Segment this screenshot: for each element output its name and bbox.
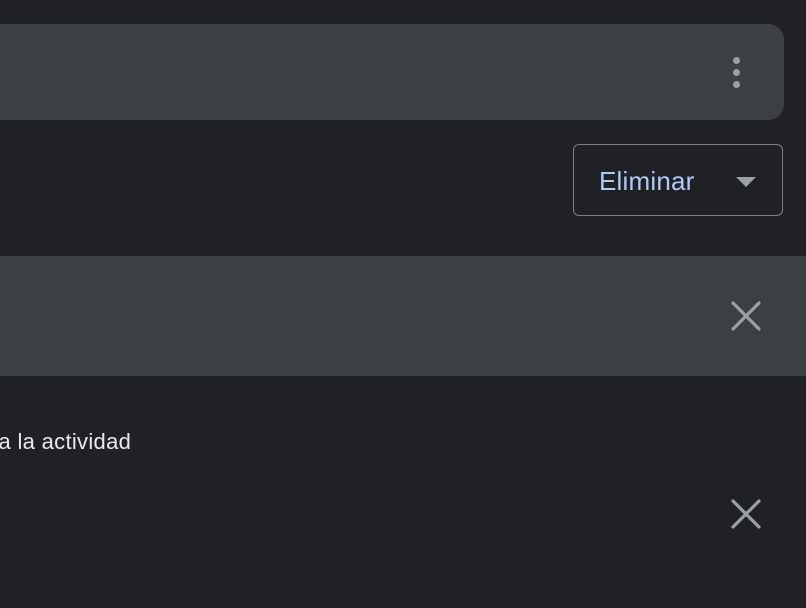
close-icon	[731, 499, 761, 529]
banner-close-button[interactable]	[726, 296, 766, 336]
activity-item-close-button[interactable]	[726, 494, 766, 534]
more-vert-icon-dot	[732, 80, 740, 88]
more-vert-icon-dot	[732, 68, 740, 76]
more-options-button[interactable]	[716, 52, 756, 92]
activity-item-text: da la actividad	[0, 429, 132, 454]
top-bar	[0, 24, 784, 120]
arrow-drop-down-icon	[736, 177, 756, 187]
delete-dropdown-label: Eliminar	[599, 166, 695, 196]
close-icon	[731, 301, 761, 331]
delete-dropdown-button[interactable]: Eliminar	[573, 144, 783, 216]
more-vert-icon	[732, 56, 740, 64]
info-banner	[0, 256, 806, 376]
page: Eliminar da la actividad	[0, 0, 806, 608]
